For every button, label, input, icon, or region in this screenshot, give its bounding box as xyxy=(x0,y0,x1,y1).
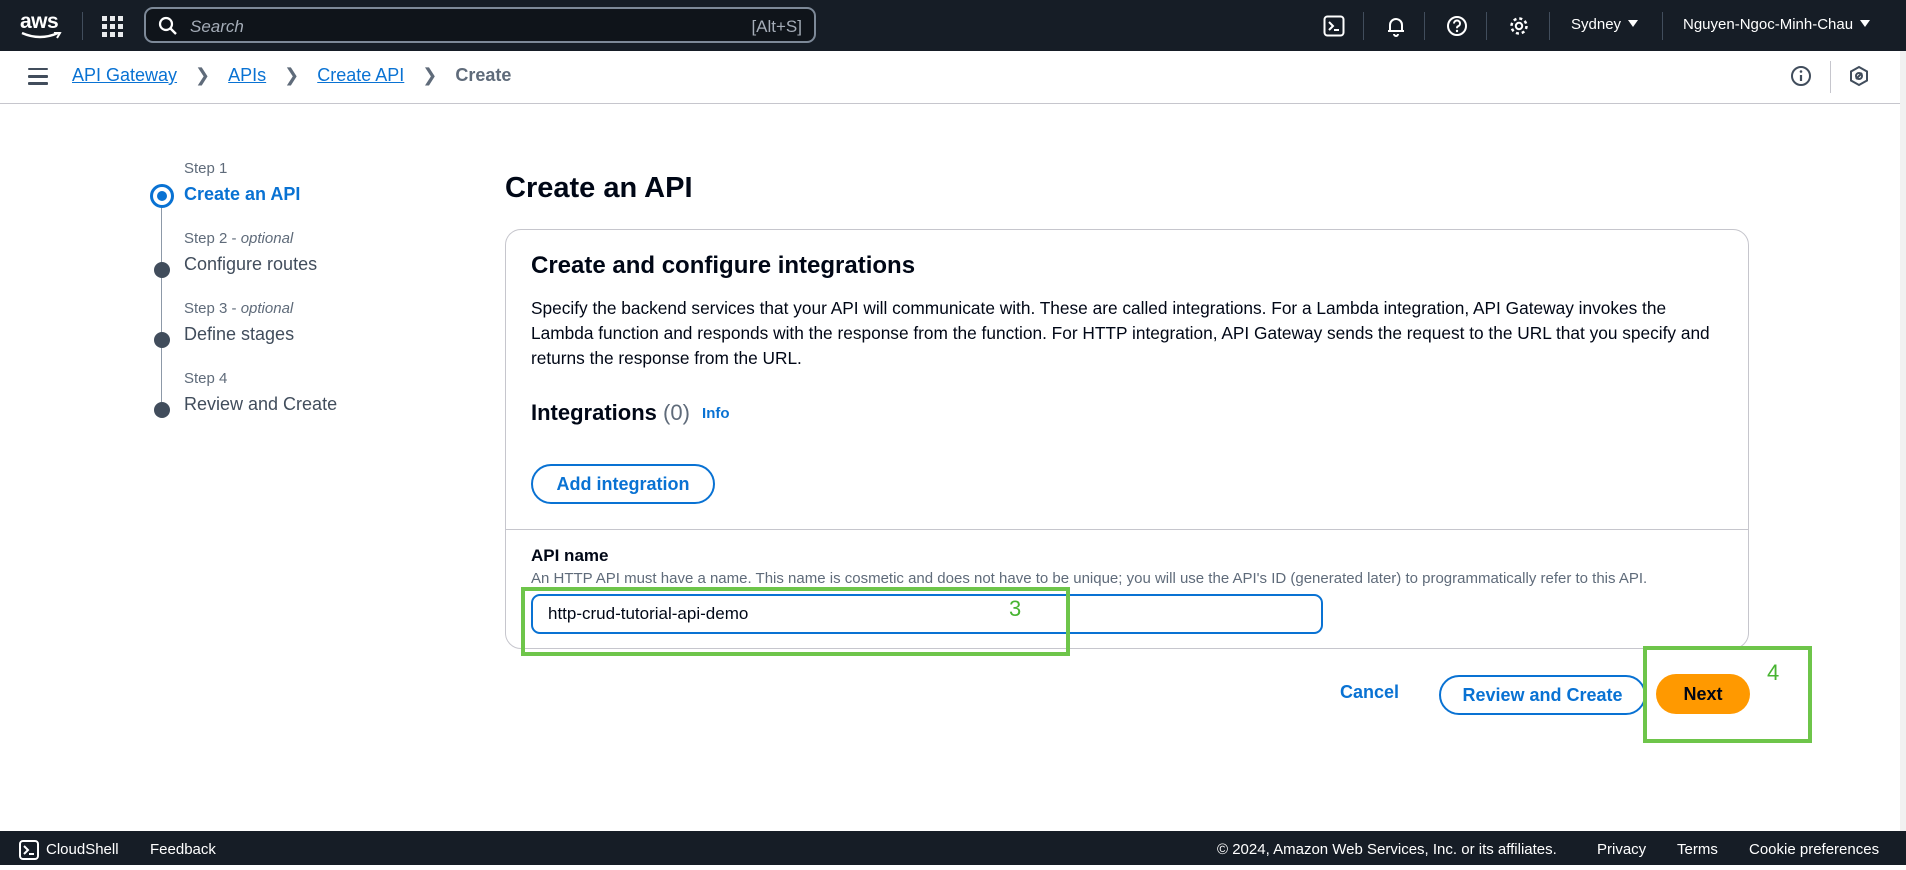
info-circle-icon[interactable] xyxy=(1790,65,1814,89)
step-indicator-icon xyxy=(154,262,170,278)
step-1[interactable]: Step 1 Create an API xyxy=(148,160,448,230)
integrations-card: Create and configure integrations Specif… xyxy=(505,229,1749,649)
breadcrumb-api-gateway[interactable]: API Gateway xyxy=(72,65,177,86)
step-2[interactable]: Step 2 - optional Configure routes xyxy=(148,230,448,300)
add-integration-button[interactable]: Add integration xyxy=(531,464,715,504)
terms-link[interactable]: Terms xyxy=(1677,841,1718,858)
step-indicator-icon xyxy=(154,402,170,418)
caret-down-icon xyxy=(1860,20,1871,27)
integrations-count: (0) xyxy=(663,400,690,425)
annotation-label-3: 3 xyxy=(1009,596,1022,621)
step-current-indicator-icon xyxy=(150,184,174,208)
privacy-link[interactable]: Privacy xyxy=(1597,841,1646,858)
aws-logo[interactable]: aws xyxy=(20,10,62,42)
annotation-label-4: 4 xyxy=(1767,660,1780,685)
breadcrumb-create-api[interactable]: Create API xyxy=(317,65,404,86)
integrations-heading: Integrations (0) Info xyxy=(531,400,730,425)
annotation-box-4 xyxy=(1643,646,1812,743)
api-name-label: API name xyxy=(531,546,609,565)
caret-down-icon xyxy=(1628,20,1639,27)
notifications-bell-icon[interactable] xyxy=(1383,13,1409,39)
chevron-right-icon: ❯ xyxy=(195,65,211,85)
cancel-button[interactable]: Cancel xyxy=(1340,682,1399,703)
wizard-steps: Step 1 Create an API Step 2 - optional C… xyxy=(148,160,448,440)
top-navigation: aws Search [Alt+S] Sydney Nguyen-Ngoc-Mi… xyxy=(0,0,1906,51)
step-4[interactable]: Step 4 Review and Create xyxy=(148,370,448,440)
services-menu-icon[interactable] xyxy=(100,14,124,38)
info-link[interactable]: Info xyxy=(702,405,730,422)
step-indicator-icon xyxy=(154,332,170,348)
cookie-preferences-link[interactable]: Cookie preferences xyxy=(1749,841,1879,858)
card-description: Specify the backend services that your A… xyxy=(531,298,1710,368)
breadcrumb-current: Create xyxy=(455,65,512,85)
breadcrumb-apis[interactable]: APIs xyxy=(228,65,266,86)
menu-hamburger-icon[interactable] xyxy=(28,68,48,86)
cloudshell-link[interactable]: CloudShell xyxy=(46,841,119,858)
account-menu[interactable]: Nguyen-Ngoc-Minh-Chau xyxy=(1683,16,1871,33)
page-title: Create an API xyxy=(505,172,693,204)
step-3[interactable]: Step 3 - optional Define stages xyxy=(148,300,448,370)
cloudshell-icon[interactable] xyxy=(1321,13,1347,39)
breadcrumb-bar: API Gateway ❯ APIs ❯ Create API ❯ Create xyxy=(0,51,1900,104)
annotation-box-3 xyxy=(521,587,1070,656)
help-icon[interactable] xyxy=(1444,13,1470,39)
copyright-text: © 2024, Amazon Web Services, Inc. or its… xyxy=(1217,841,1557,858)
feedback-link[interactable]: Feedback xyxy=(150,841,216,858)
smile-icon xyxy=(21,32,62,39)
search-icon xyxy=(158,16,177,35)
card-title: Create and configure integrations xyxy=(531,252,916,279)
nav-divider xyxy=(82,12,83,40)
chevron-right-icon: ❯ xyxy=(284,65,300,85)
review-and-create-button[interactable]: Review and Create xyxy=(1439,675,1646,715)
region-selector[interactable]: Sydney xyxy=(1571,16,1639,33)
chevron-right-icon: ❯ xyxy=(422,65,438,85)
footer: CloudShell Feedback © 2024, Amazon Web S… xyxy=(0,831,1906,870)
security-shield-icon[interactable] xyxy=(1848,65,1872,89)
breadcrumb: API Gateway ❯ APIs ❯ Create API ❯ Create xyxy=(72,65,511,86)
settings-gear-icon[interactable] xyxy=(1506,13,1532,39)
search-input[interactable]: Search [Alt+S] xyxy=(144,7,816,43)
cloudshell-icon[interactable] xyxy=(19,840,39,860)
scrollbar[interactable] xyxy=(1900,51,1906,831)
api-name-description: An HTTP API must have a name. This name … xyxy=(531,570,1648,587)
